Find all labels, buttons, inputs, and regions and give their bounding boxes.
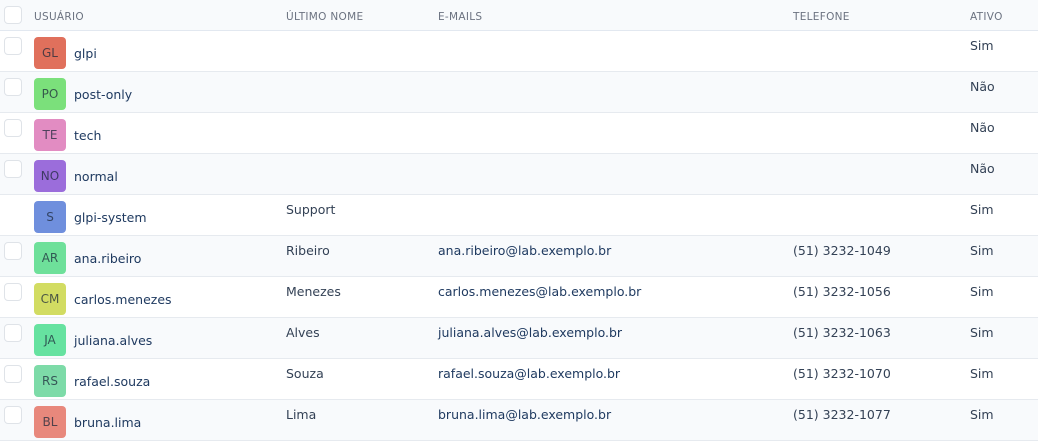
table-row[interactable]: PO post-only Não <box>0 72 1038 113</box>
row-checkbox[interactable] <box>4 119 22 137</box>
avatar: TE <box>34 119 66 151</box>
user-login-link[interactable]: carlos.menezes <box>74 292 172 307</box>
avatar: PO <box>34 78 66 110</box>
column-header-last-name[interactable]: ÚLTIMO NOME <box>286 11 363 23</box>
last-name-cell: Lima <box>286 407 317 422</box>
table-row[interactable]: Sglpi-system Support Sim <box>0 195 1038 236</box>
table-row[interactable]: BL bruna.lima Lima bruna.lima@lab.exemplo.b… <box>0 400 1038 441</box>
active-status-cell: Sim <box>970 202 994 217</box>
active-status-cell: Não <box>970 161 995 176</box>
email-cell[interactable]: ana.ribeiro@lab.exemplo.br <box>438 243 611 258</box>
last-name-cell: Alves <box>286 325 320 340</box>
table-body: GL glpi Sim PO post-only Não TE tech Não NO normal… <box>0 31 1038 441</box>
active-status-cell: Sim <box>970 243 994 258</box>
avatar: GL <box>34 37 66 69</box>
email-cell[interactable]: juliana.alves@lab.exemplo.br <box>438 325 622 340</box>
column-header-active[interactable]: ATIVO <box>970 11 1003 23</box>
active-status-cell: Não <box>970 79 995 94</box>
avatar: JA <box>34 324 66 356</box>
table-row[interactable]: GL glpi Sim <box>0 31 1038 72</box>
phone-cell: (51) 3232-1056 <box>793 284 891 299</box>
active-status-cell: Não <box>970 120 995 135</box>
row-checkbox[interactable] <box>4 78 22 96</box>
row-checkbox[interactable] <box>4 283 22 301</box>
table-row[interactable]: JA juliana.alves Alves juliana.alves@lab.ex… <box>0 318 1038 359</box>
row-checkbox[interactable] <box>4 37 22 55</box>
select-all-checkbox[interactable] <box>4 6 22 24</box>
last-name-cell: Souza <box>286 366 324 381</box>
email-cell[interactable]: carlos.menezes@lab.exemplo.br <box>438 284 641 299</box>
table-row[interactable]: CM carlos.menezes Menezes carlos.menezes@la… <box>0 277 1038 318</box>
avatar: AR <box>34 242 66 274</box>
table-row[interactable]: AR ana.ribeiro Ribeiro ana.ribeiro@lab.exem… <box>0 236 1038 277</box>
row-checkbox[interactable] <box>4 324 22 342</box>
user-login-link[interactable]: ana.ribeiro <box>74 251 141 266</box>
phone-cell: (51) 3232-1063 <box>793 325 891 340</box>
table-row[interactable]: NO normal Não <box>0 154 1038 195</box>
table-header: USUÁRIO ÚLTIMO NOME E-MAILS TELEFONE ATI… <box>0 0 1038 31</box>
column-header-user[interactable]: USUÁRIO <box>34 11 84 23</box>
users-table: USUÁRIO ÚLTIMO NOME E-MAILS TELEFONE ATI… <box>0 0 1038 441</box>
active-status-cell: Sim <box>970 366 994 381</box>
email-cell[interactable]: bruna.lima@lab.exemplo.br <box>438 407 611 422</box>
user-login-link[interactable]: post-only <box>74 87 132 102</box>
phone-cell: (51) 3232-1070 <box>793 366 891 381</box>
avatar: BL <box>34 406 66 438</box>
last-name-cell: Support <box>286 202 336 217</box>
active-status-cell: Sim <box>970 38 994 53</box>
avatar: NO <box>34 160 66 192</box>
row-checkbox[interactable] <box>4 242 22 260</box>
active-status-cell: Sim <box>970 325 994 340</box>
avatar: CM <box>34 283 66 315</box>
row-checkbox[interactable] <box>4 365 22 383</box>
last-name-cell: Ribeiro <box>286 243 330 258</box>
active-status-cell: Sim <box>970 284 994 299</box>
table-row[interactable]: RS rafael.souza Souza rafael.souza@lab.exem… <box>0 359 1038 400</box>
phone-cell: (51) 3232-1077 <box>793 407 891 422</box>
column-header-phone[interactable]: TELEFONE <box>793 11 850 23</box>
user-login-link[interactable]: normal <box>74 169 118 184</box>
user-login-link[interactable]: glpi <box>74 46 97 61</box>
email-cell[interactable]: rafael.souza@lab.exemplo.br <box>438 366 620 381</box>
user-login-link[interactable]: rafael.souza <box>74 374 150 389</box>
user-login-link[interactable]: glpi-system <box>74 210 147 225</box>
user-login-link[interactable]: juliana.alves <box>74 333 152 348</box>
column-header-emails[interactable]: E-MAILS <box>438 11 482 23</box>
row-checkbox[interactable] <box>4 160 22 178</box>
user-login-link[interactable]: bruna.lima <box>74 415 141 430</box>
row-checkbox[interactable] <box>4 406 22 424</box>
phone-cell: (51) 3232-1049 <box>793 243 891 258</box>
table-row[interactable]: TE tech Não <box>0 113 1038 154</box>
avatar: RS <box>34 365 66 397</box>
last-name-cell: Menezes <box>286 284 341 299</box>
user-login-link[interactable]: tech <box>74 128 101 143</box>
avatar: S <box>34 201 66 233</box>
active-status-cell: Sim <box>970 407 994 422</box>
